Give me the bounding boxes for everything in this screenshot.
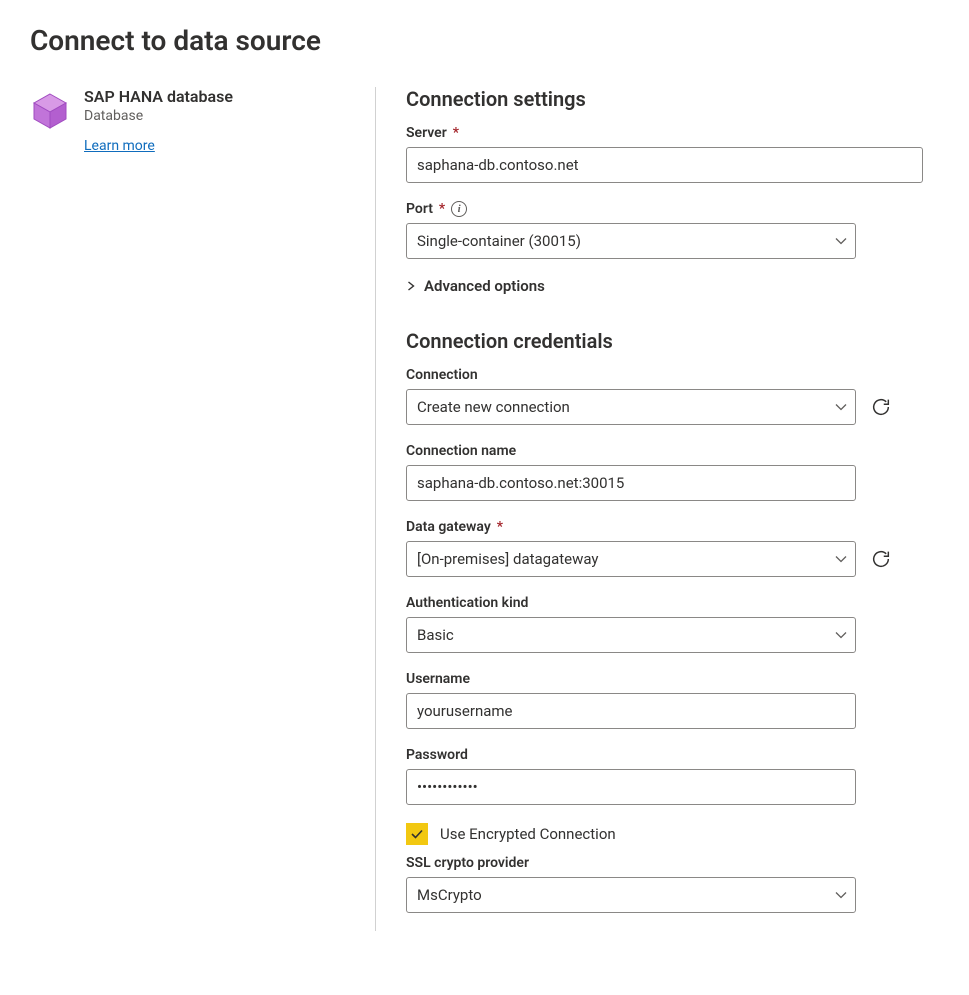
info-icon[interactable]: i xyxy=(451,201,467,217)
server-input[interactable] xyxy=(406,147,923,183)
connection-select[interactable]: Create new connection xyxy=(406,389,856,425)
database-cube-icon xyxy=(30,91,70,131)
refresh-icon[interactable] xyxy=(870,396,892,418)
connection-settings-heading: Connection settings xyxy=(406,87,939,111)
data-gateway-select-value: [On-premises] datagateway xyxy=(417,550,599,568)
data-gateway-label: Data gateway xyxy=(406,519,491,535)
chevron-right-icon xyxy=(406,281,416,291)
port-select[interactable]: Single-container (30015) xyxy=(406,223,856,259)
refresh-icon[interactable] xyxy=(870,548,892,570)
checkmark-icon xyxy=(410,827,424,841)
port-select-value: Single-container (30015) xyxy=(417,232,581,250)
chevron-down-icon xyxy=(835,629,847,641)
required-indicator: * xyxy=(453,125,459,141)
required-indicator: * xyxy=(439,201,445,217)
connection-name-input[interactable] xyxy=(406,465,856,501)
ssl-provider-select[interactable]: MsCrypto xyxy=(406,877,856,913)
auth-kind-select-value: Basic xyxy=(417,626,454,644)
use-encrypted-row: Use Encrypted Connection xyxy=(406,823,939,845)
required-indicator: * xyxy=(497,519,503,535)
datasource-name: SAP HANA database xyxy=(84,87,233,106)
data-gateway-select[interactable]: [On-premises] datagateway xyxy=(406,541,856,577)
username-label: Username xyxy=(406,671,470,687)
connection-credentials-heading: Connection credentials xyxy=(406,329,939,353)
auth-kind-label: Authentication kind xyxy=(406,595,528,611)
connection-name-label: Connection name xyxy=(406,443,516,459)
server-label: Server xyxy=(406,125,447,141)
advanced-options-toggle[interactable]: Advanced options xyxy=(406,277,939,295)
sidebar: SAP HANA database Database Learn more xyxy=(30,87,376,931)
ssl-provider-label: SSL crypto provider xyxy=(406,855,529,871)
connection-label: Connection xyxy=(406,367,478,383)
chevron-down-icon xyxy=(835,401,847,413)
connection-select-value: Create new connection xyxy=(417,398,570,416)
use-encrypted-label: Use Encrypted Connection xyxy=(440,825,616,843)
advanced-options-label: Advanced options xyxy=(424,277,545,295)
username-field: Username xyxy=(406,671,939,729)
chevron-down-icon xyxy=(835,889,847,901)
chevron-down-icon xyxy=(835,553,847,565)
use-encrypted-checkbox[interactable] xyxy=(406,823,428,845)
password-field: Password xyxy=(406,747,939,805)
port-field: Port * i Single-container (30015) xyxy=(406,201,939,259)
learn-more-link[interactable]: Learn more xyxy=(84,138,155,154)
page-title: Connect to data source xyxy=(30,24,939,57)
datasource-type: Database xyxy=(84,108,233,124)
server-field: Server * xyxy=(406,125,939,183)
auth-kind-select[interactable]: Basic xyxy=(406,617,856,653)
ssl-provider-select-value: MsCrypto xyxy=(417,886,482,904)
ssl-provider-field: SSL crypto provider MsCrypto xyxy=(406,855,939,913)
connection-name-field: Connection name xyxy=(406,443,939,501)
password-label: Password xyxy=(406,747,468,763)
chevron-down-icon xyxy=(835,235,847,247)
auth-kind-field: Authentication kind Basic xyxy=(406,595,939,653)
password-input[interactable] xyxy=(406,769,856,805)
username-input[interactable] xyxy=(406,693,856,729)
data-gateway-field: Data gateway * [On-premises] datagateway xyxy=(406,519,939,577)
port-label: Port xyxy=(406,201,433,217)
connection-field: Connection Create new connection xyxy=(406,367,939,425)
